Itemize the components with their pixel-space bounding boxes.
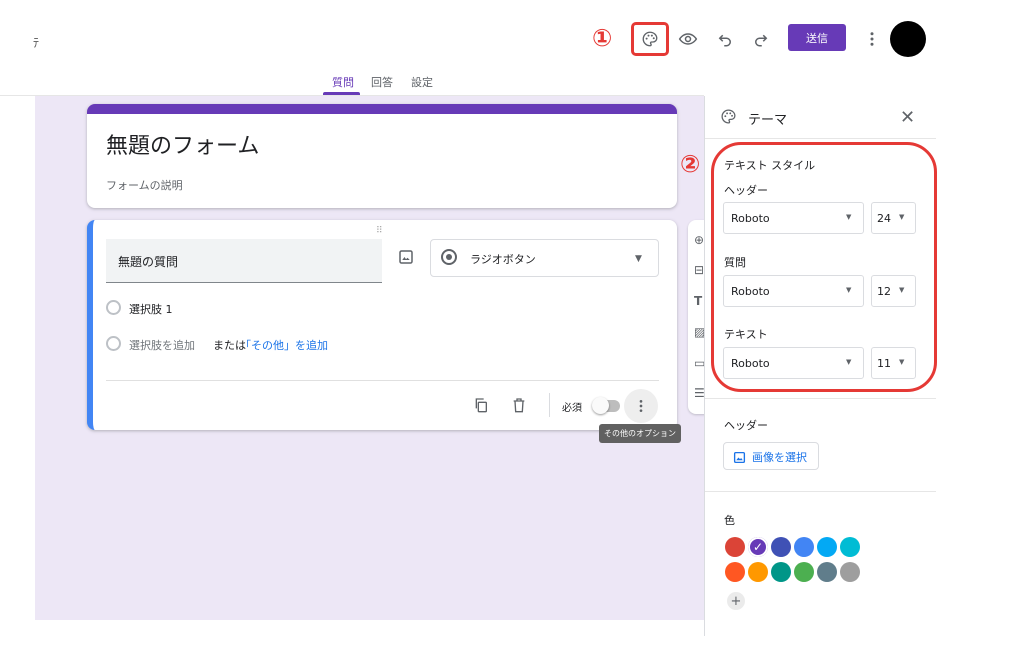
theme-panel-title: テーマ bbox=[748, 113, 788, 128]
color-swatch[interactable] bbox=[748, 562, 768, 582]
option-1-label[interactable]: 選択肢 1 bbox=[129, 301, 173, 317]
more-vert-icon bbox=[870, 32, 874, 46]
text-font-value: Roboto bbox=[731, 357, 770, 370]
annotation-marker-1: ① bbox=[592, 24, 613, 52]
customize-theme-button[interactable] bbox=[631, 22, 669, 56]
question-footer-divider bbox=[106, 380, 659, 381]
color-swatch[interactable] bbox=[794, 537, 814, 557]
copy-icon bbox=[475, 398, 487, 413]
header-image-label: ヘッダー bbox=[724, 419, 768, 432]
drag-handle-icon[interactable]: ⠿ bbox=[376, 226, 384, 236]
radio-type-icon bbox=[441, 249, 457, 265]
send-button[interactable]: 送信 bbox=[788, 24, 846, 51]
text-style-heading: テキスト スタイル bbox=[724, 159, 816, 172]
color-swatch[interactable] bbox=[817, 537, 837, 557]
redo-button[interactable] bbox=[749, 27, 773, 51]
undo-icon bbox=[718, 34, 731, 47]
more-vert-icon bbox=[639, 400, 643, 412]
footer-vertical-divider bbox=[549, 393, 550, 417]
preview-button[interactable] bbox=[676, 27, 700, 51]
color-swatch[interactable] bbox=[817, 562, 837, 582]
more-options-button[interactable] bbox=[860, 27, 884, 51]
header-style-label: ヘッダー bbox=[724, 184, 768, 197]
color-swatch[interactable] bbox=[725, 562, 745, 582]
tab-questions[interactable]: 質問 bbox=[332, 74, 354, 90]
form-description[interactable]: フォームの説明 bbox=[106, 177, 183, 193]
chevron-down-icon: ▼ bbox=[846, 358, 852, 366]
image-icon bbox=[733, 449, 746, 468]
color-swatch[interactable] bbox=[840, 537, 860, 557]
text-size-value: 11 bbox=[877, 357, 891, 370]
annotation-marker-2: ② bbox=[680, 150, 701, 178]
tab-responses[interactable]: 回答 bbox=[371, 74, 393, 90]
color-swatches: ✓ bbox=[725, 537, 885, 589]
color-swatch[interactable]: ✓ bbox=[748, 537, 768, 557]
image-icon bbox=[399, 250, 413, 264]
redo-icon bbox=[755, 34, 768, 47]
palette-icon bbox=[642, 31, 658, 47]
form-title[interactable]: 無題のフォーム bbox=[106, 128, 259, 160]
add-option-radio bbox=[106, 336, 121, 351]
eye-icon bbox=[678, 33, 698, 45]
color-swatch[interactable] bbox=[794, 562, 814, 582]
question-title-text: 無題の質問 bbox=[118, 255, 179, 269]
add-custom-color-button[interactable]: + bbox=[727, 592, 745, 610]
avatar[interactable] bbox=[890, 21, 926, 57]
add-image-button[interactable] bbox=[397, 248, 415, 266]
duplicate-button[interactable] bbox=[472, 396, 490, 414]
undo-button[interactable] bbox=[713, 27, 737, 51]
add-other-link[interactable]: 「その他」を追加 bbox=[240, 337, 328, 353]
panel-divider bbox=[705, 398, 936, 399]
header-font-value: Roboto bbox=[731, 212, 770, 225]
question-font-value: Roboto bbox=[731, 285, 770, 298]
question-type-label: ラジオボタン bbox=[470, 253, 536, 266]
check-icon: ✓ bbox=[752, 540, 764, 554]
chevron-down-icon: ▼ bbox=[635, 254, 642, 264]
text-style-label: テキスト bbox=[724, 328, 768, 341]
chevron-down-icon: ▼ bbox=[899, 286, 905, 294]
panel-divider bbox=[705, 491, 936, 492]
close-icon[interactable]: ✕ bbox=[900, 107, 915, 128]
palette-icon bbox=[720, 108, 737, 129]
chevron-down-icon: ▼ bbox=[846, 213, 852, 221]
plus-icon: + bbox=[730, 593, 742, 609]
add-option-link[interactable]: 選択肢を追加 bbox=[129, 337, 195, 353]
question-more-button[interactable] bbox=[624, 389, 658, 423]
panel-divider bbox=[705, 138, 936, 139]
more-options-tooltip: その他のオプション bbox=[599, 424, 681, 443]
color-swatch[interactable] bbox=[771, 537, 791, 557]
required-toggle-knob[interactable] bbox=[592, 397, 609, 414]
trash-icon bbox=[513, 398, 525, 413]
question-style-label: 質問 bbox=[724, 256, 746, 269]
choose-image-label: 画像を選択 bbox=[752, 451, 807, 464]
required-label: 必須 bbox=[562, 403, 582, 414]
header-size-value: 24 bbox=[877, 212, 891, 225]
chevron-down-icon: ▼ bbox=[899, 213, 905, 221]
question-type-select[interactable] bbox=[430, 239, 659, 277]
app-title-fragment: ﾃ bbox=[33, 36, 40, 50]
color-swatch[interactable] bbox=[771, 562, 791, 582]
chevron-down-icon: ▼ bbox=[846, 286, 852, 294]
color-label: 色 bbox=[724, 514, 735, 527]
color-swatch[interactable] bbox=[725, 537, 745, 557]
chevron-down-icon: ▼ bbox=[899, 358, 905, 366]
color-swatch[interactable] bbox=[840, 562, 860, 582]
option-radio bbox=[106, 300, 121, 315]
delete-button[interactable] bbox=[510, 396, 528, 414]
question-size-value: 12 bbox=[877, 285, 891, 298]
tab-settings[interactable]: 設定 bbox=[411, 74, 433, 90]
